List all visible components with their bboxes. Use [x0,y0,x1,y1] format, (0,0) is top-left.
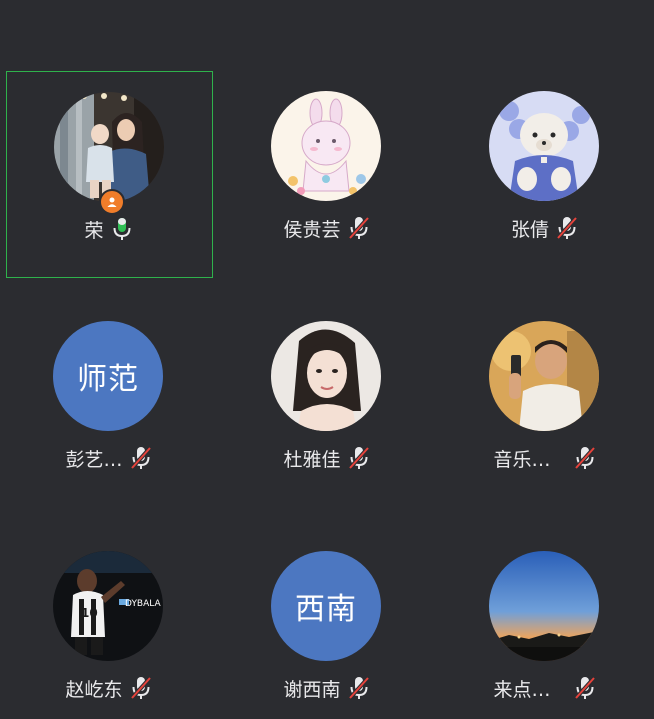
avatar-photo [271,321,381,431]
participant-avatar [54,92,164,202]
participant-avatar [489,91,599,201]
participant-name: 来点… [493,678,551,701]
avatar-photo [489,321,599,431]
mic-muted-icon [572,445,598,471]
participant-tile[interactable]: 来点… [442,531,649,719]
mic-muted-icon [346,215,372,241]
participant-tile[interactable]: 杜雅佳 [224,301,431,508]
avatar-photo [54,92,164,202]
avatar-photo [489,91,599,201]
participant-avatar-initials: 西南 [271,551,381,661]
participant-avatar [489,321,599,431]
participant-avatar: 10 DYBALA [53,551,163,661]
participant-tile[interactable]: 音乐… [442,301,649,508]
participant-name-row: 侯贵芸 [224,213,431,243]
participant-tile[interactable]: 西南 谢西南 [224,531,431,719]
participant-tile[interactable]: 荣 [6,71,213,278]
avatar-photo [271,91,381,201]
participant-name-row: 杜雅佳 [224,443,431,473]
participant-tile[interactable]: 10 DYBALA 赵屹东 [6,531,213,719]
participant-name-row: 谢西南 [224,673,431,703]
mic-muted-icon [346,675,372,701]
participant-name-row: 音乐… [442,443,649,473]
mic-muted-icon [128,445,154,471]
participant-avatar-initials: 师范 [53,321,163,431]
participant-tile[interactable]: 张倩 [442,71,649,278]
participant-tile[interactable]: 侯贵芸 [224,71,431,278]
participant-name: 音乐… [493,448,551,471]
participant-tile[interactable]: 师范 彭艺… [6,301,213,508]
participant-name: 赵屹东 [65,678,123,701]
participant-name: 杜雅佳 [283,448,341,471]
participant-name-row: 来点… [442,673,649,703]
participant-name-row: 彭艺… [6,443,213,473]
avatar-photo: 10 DYBALA [53,551,163,661]
mic-muted-icon [346,445,372,471]
mic-muted-icon [554,215,580,241]
participant-avatar [489,551,599,661]
participant-name: 彭艺… [65,448,123,471]
participant-name-row: 张倩 [442,213,649,243]
mic-muted-icon [572,675,598,701]
participant-name-row: 荣 [7,214,212,244]
avatar-photo [489,551,599,661]
svg-text:10: 10 [81,606,98,620]
participant-name: 侯贵芸 [283,218,341,241]
participant-avatar [271,91,381,201]
mic-on-icon [109,216,135,242]
host-badge [99,189,125,215]
participant-name: 谢西南 [283,678,341,701]
participant-name: 张倩 [510,218,549,241]
user-icon [107,197,117,207]
participant-avatar [271,321,381,431]
participant-name-row: 赵屹东 [6,673,213,703]
participant-name: 荣 [84,219,104,242]
avatar-caption: DYBALA [125,599,161,609]
mic-muted-icon [128,675,154,701]
participant-grid: 荣 侯贵芸 张倩 师范 彭艺… 杜雅佳 音乐… 10 DYBALA 赵屹东 西南… [0,0,654,719]
